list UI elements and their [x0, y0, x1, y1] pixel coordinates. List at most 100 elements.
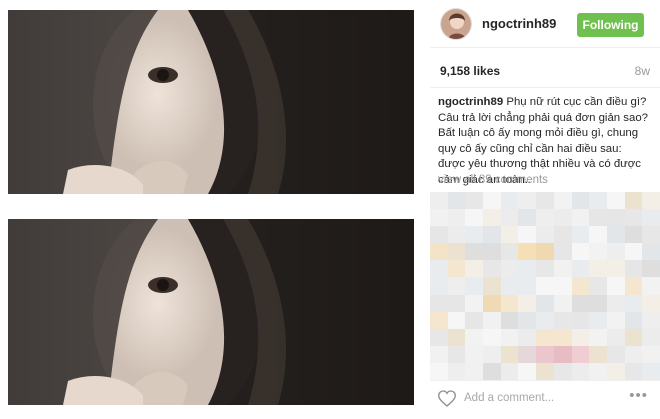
mosaic-block — [571, 362, 590, 380]
mosaic-block — [606, 209, 626, 227]
mosaic-block — [624, 192, 643, 210]
mosaic-block — [606, 226, 626, 244]
comment-bar: ••• — [430, 380, 660, 419]
mosaic-block — [518, 226, 537, 244]
mosaic-block — [589, 192, 608, 210]
mosaic-block — [465, 311, 484, 330]
mosaic-block — [500, 277, 519, 296]
mosaic-block — [553, 192, 573, 210]
mosaic-block — [518, 362, 537, 380]
mosaic-block — [606, 294, 626, 313]
mosaic-block — [642, 243, 660, 261]
view-all-comments-link[interactable]: view all 89 comments — [438, 174, 548, 186]
mosaic-block — [430, 243, 449, 261]
heart-icon[interactable] — [438, 390, 456, 407]
mosaic-block — [606, 311, 626, 330]
mosaic-block — [624, 209, 643, 227]
mosaic-block — [536, 209, 555, 227]
mosaic-block — [571, 277, 590, 296]
post-timestamp[interactable]: 8w — [635, 64, 650, 78]
mosaic-block — [624, 226, 643, 244]
mosaic-block — [536, 362, 555, 380]
mosaic-block — [606, 192, 626, 210]
mosaic-block — [589, 226, 608, 244]
mosaic-block — [589, 311, 608, 330]
likes-count[interactable]: 9,158 likes — [440, 64, 500, 78]
post-photo-bottom[interactable] — [8, 219, 414, 405]
mosaic-block — [536, 192, 555, 210]
mosaic-block — [606, 328, 626, 347]
add-comment-input[interactable] — [464, 392, 614, 404]
mosaic-block — [642, 209, 660, 227]
mosaic-block — [465, 226, 484, 244]
mosaic-block — [624, 362, 643, 380]
mosaic-block — [483, 192, 502, 210]
mosaic-block — [447, 328, 466, 347]
mosaic-block — [624, 328, 643, 347]
mosaic-block — [430, 209, 449, 227]
mosaic-block — [642, 328, 660, 347]
mosaic-block — [483, 260, 502, 278]
mosaic-block — [624, 294, 643, 313]
mosaic-block — [518, 294, 537, 313]
mosaic-block — [606, 260, 626, 278]
mosaic-block — [430, 277, 449, 296]
mosaic-block — [500, 328, 519, 347]
mosaic-block — [571, 192, 590, 210]
mosaic-block — [553, 328, 573, 347]
mosaic-block — [500, 294, 519, 313]
mosaic-block — [571, 294, 590, 313]
following-button[interactable]: Following — [577, 13, 644, 37]
mosaic-block — [642, 226, 660, 244]
mosaic-block — [430, 226, 449, 244]
mosaic-block — [553, 277, 573, 296]
avatar[interactable] — [440, 8, 472, 40]
mosaic-block — [571, 226, 590, 244]
mosaic-block — [465, 362, 484, 380]
mosaic-block — [536, 328, 555, 347]
post-photo-top[interactable] — [8, 10, 414, 194]
mosaic-block — [553, 294, 573, 313]
mosaic-block — [642, 192, 660, 210]
post-sidebar: ngoctrinh89 Following 9,158 likes 8w ngo… — [430, 0, 660, 419]
mosaic-block — [589, 362, 608, 380]
mosaic-block — [589, 277, 608, 296]
mosaic-block — [447, 192, 466, 210]
mosaic-block — [483, 311, 502, 330]
mosaic-block — [447, 226, 466, 244]
mosaic-block — [447, 209, 466, 227]
mosaic-block — [483, 277, 502, 296]
caption-username[interactable]: ngoctrinh89 — [438, 96, 503, 108]
mosaic-block — [465, 328, 484, 347]
portrait-image — [8, 219, 414, 405]
mosaic-block — [518, 311, 537, 330]
mosaic-block — [553, 243, 573, 261]
mosaic-block — [642, 362, 660, 380]
more-options-icon[interactable]: ••• — [629, 387, 648, 404]
mosaic-block — [447, 345, 466, 364]
mosaic-block — [518, 260, 537, 278]
mosaic-block — [589, 260, 608, 278]
mosaic-block — [536, 294, 555, 313]
mosaic-block — [518, 277, 537, 296]
mosaic-block — [430, 260, 449, 278]
mosaic-block — [500, 209, 519, 227]
mosaic-block — [483, 226, 502, 244]
mosaic-block — [536, 277, 555, 296]
mosaic-block — [465, 277, 484, 296]
mosaic-block — [500, 362, 519, 380]
mosaic-block — [500, 260, 519, 278]
mosaic-block — [642, 311, 660, 330]
mosaic-block — [430, 294, 449, 313]
mosaic-block — [606, 362, 626, 380]
mosaic-block — [447, 362, 466, 380]
mosaic-block — [571, 345, 590, 364]
mosaic-block — [465, 243, 484, 261]
mosaic-block — [430, 362, 449, 380]
username-link[interactable]: ngoctrinh89 — [482, 16, 556, 31]
mosaic-block — [553, 209, 573, 227]
mosaic-block — [447, 243, 466, 261]
mosaic-block — [465, 345, 484, 364]
mosaic-block — [500, 192, 519, 210]
mosaic-block — [642, 294, 660, 313]
